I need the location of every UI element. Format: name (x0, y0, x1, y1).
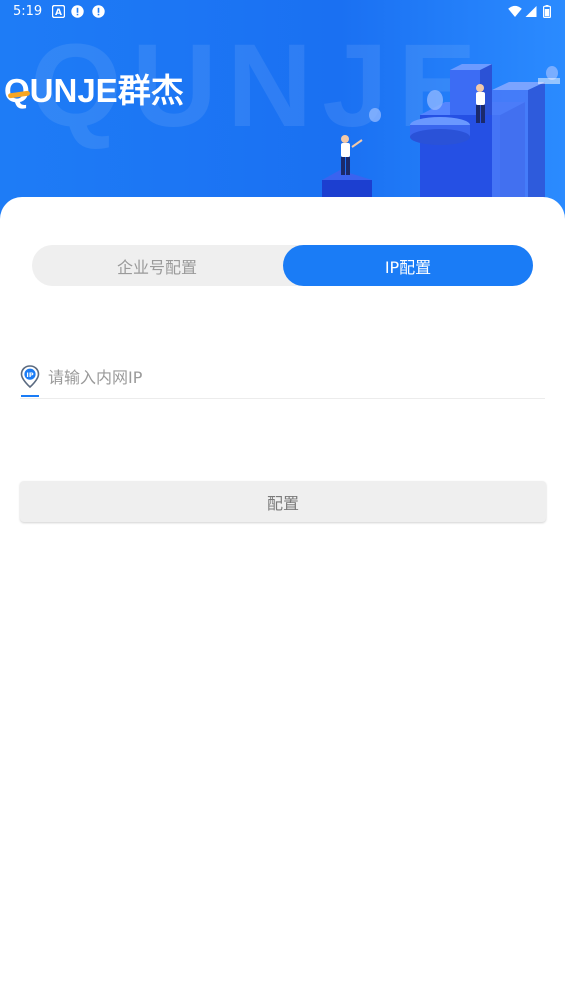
city-illustration (322, 64, 560, 200)
svg-text:IP: IP (26, 371, 33, 379)
status-bar: 5:19 A (0, 0, 565, 24)
battery-icon (543, 5, 551, 18)
config-mode-tabs: 企业号配置 IP配置 (32, 245, 533, 286)
config-button[interactable]: 配置 (20, 481, 546, 522)
ip-input[interactable] (48, 364, 538, 390)
config-card (0, 197, 565, 1004)
wifi-icon (508, 5, 522, 17)
alert-circle-icon (71, 5, 84, 18)
tab-enterprise-config[interactable]: 企业号配置 (32, 245, 282, 286)
cellular-signal-icon (525, 6, 537, 17)
status-time: 5:19 (13, 4, 43, 19)
alert-circle-icon (92, 5, 105, 18)
brand-logo-latin: QUNJE (4, 72, 118, 109)
svg-text:A: A (55, 8, 62, 18)
ip-location-pin-icon: IP (20, 365, 40, 389)
brand-logo-cjk: 群杰 (117, 72, 184, 109)
ip-icon-underline (21, 395, 39, 397)
tab-ip-config[interactable]: IP配置 (283, 245, 533, 286)
brand-logo: QUNJE群杰 (4, 64, 184, 112)
a-letter-icon: A (52, 5, 65, 18)
ip-field: IP (20, 360, 545, 399)
